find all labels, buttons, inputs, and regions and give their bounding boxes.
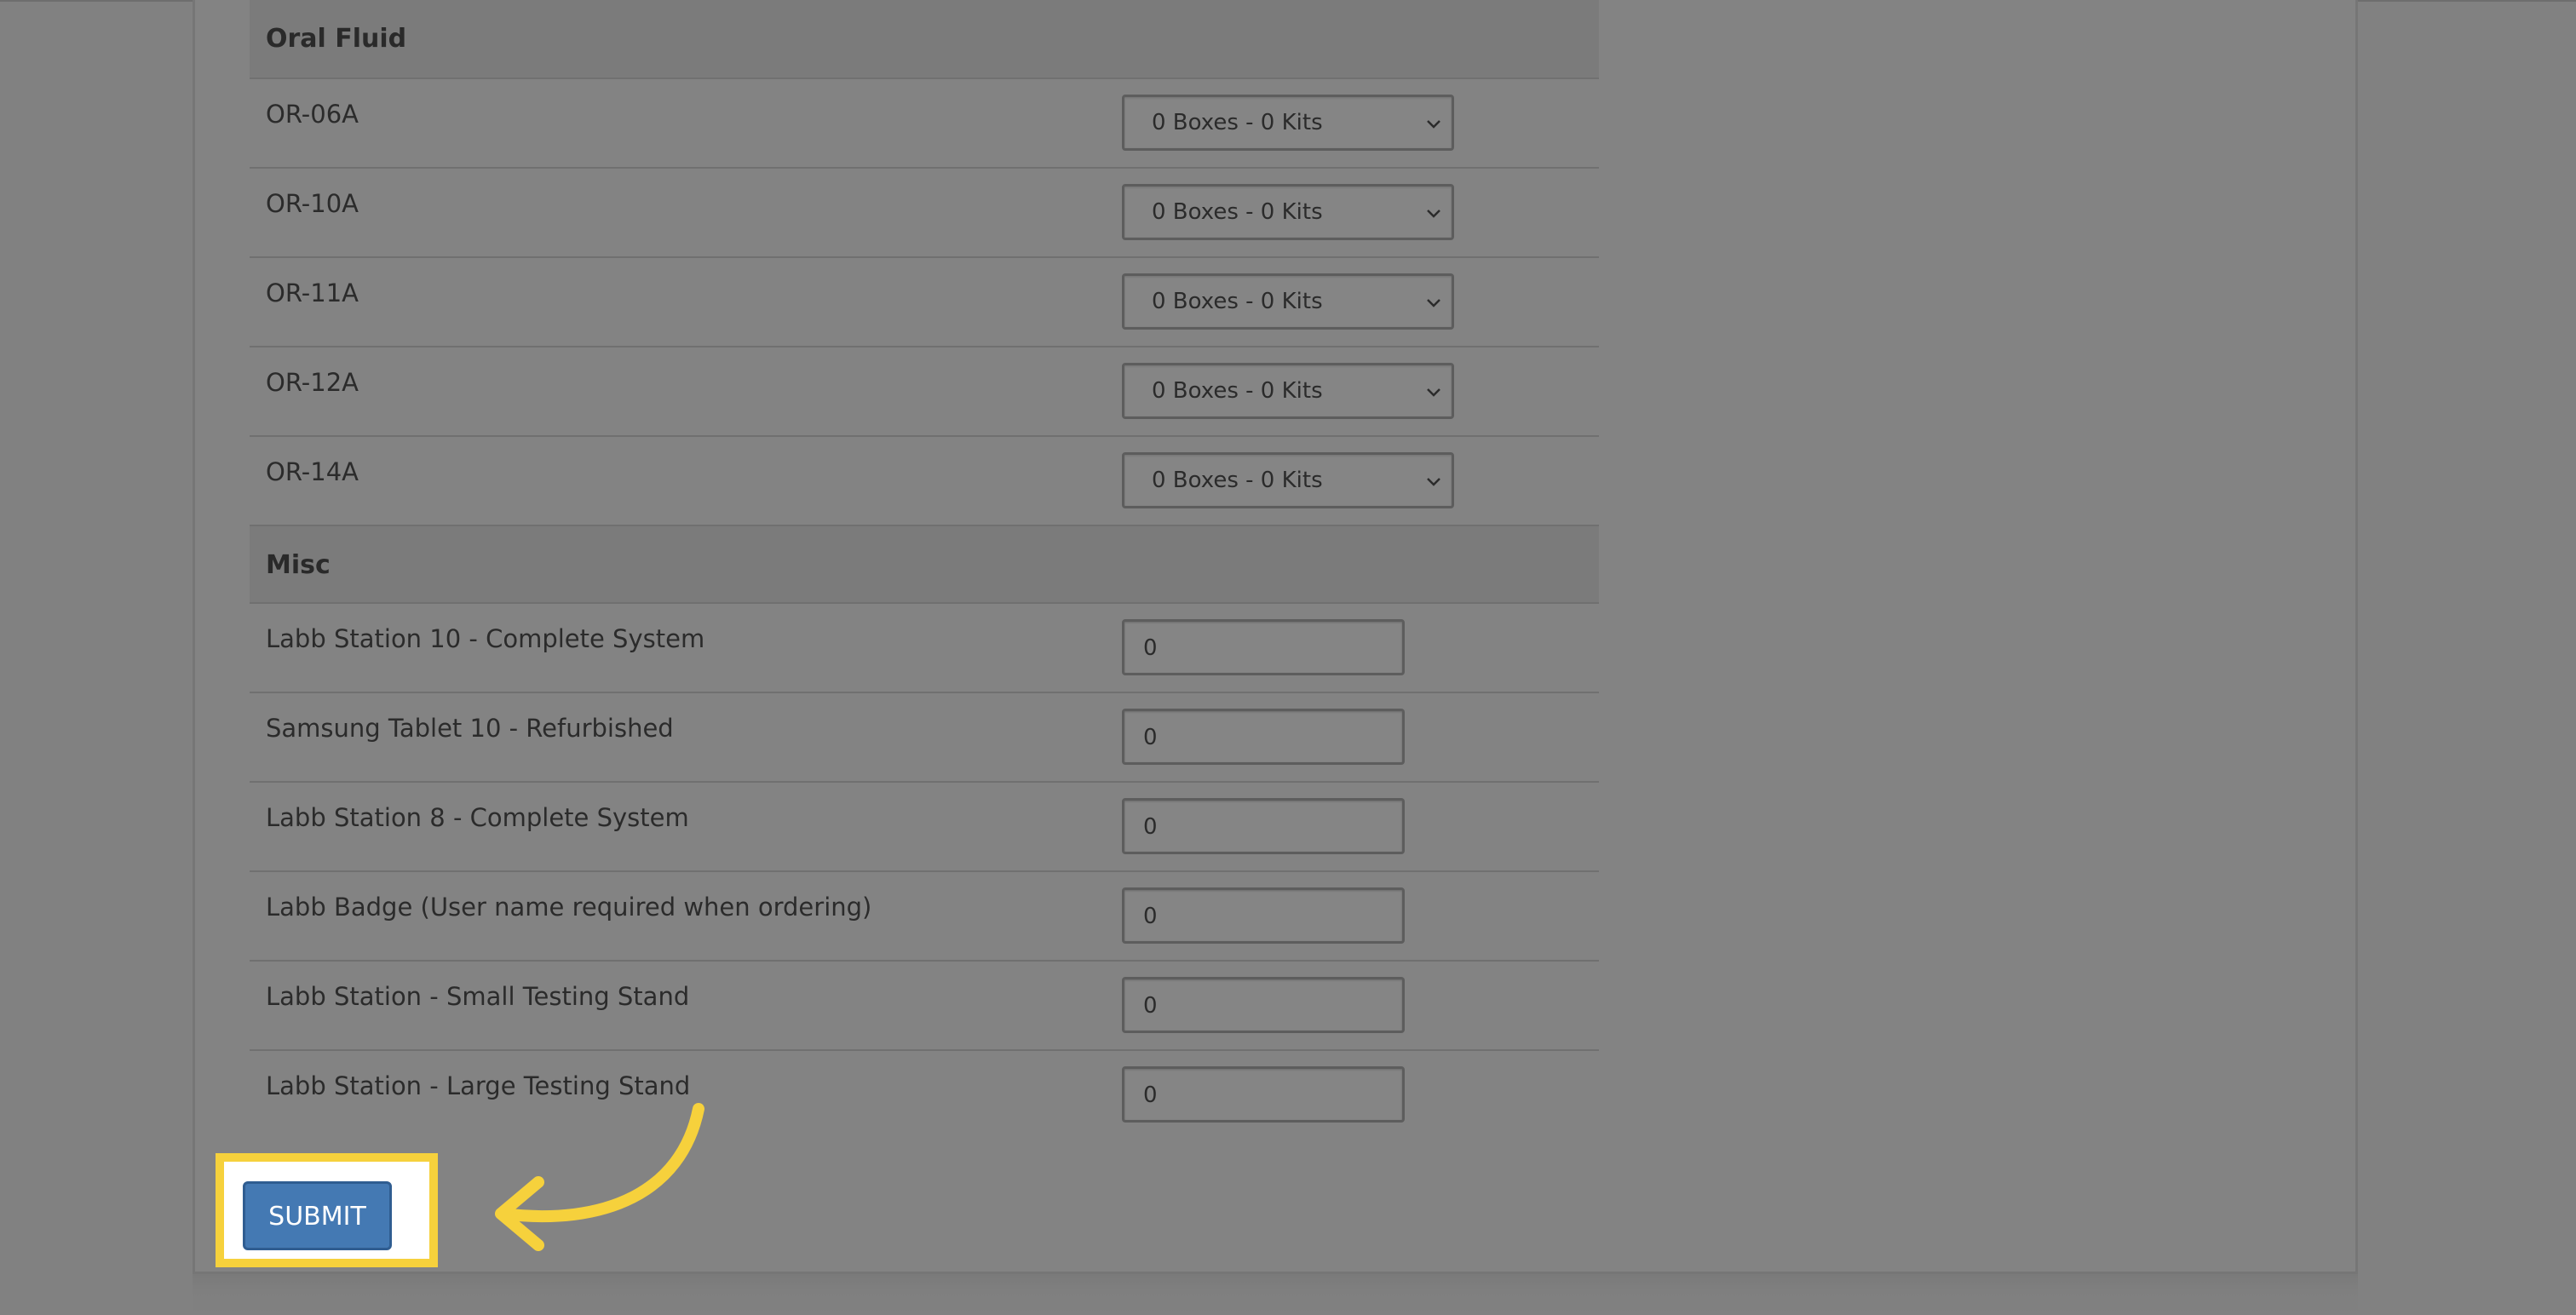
- product-label: Labb Station - Small Testing Stand: [266, 982, 690, 1011]
- table-row: OR-14A 0 Boxes - 0 Kits: [250, 437, 1599, 526]
- input-value: 0: [1143, 814, 1158, 840]
- order-table: Oral Fluid OR-06A 0 Boxes - 0 Kits OR-10…: [250, 0, 1599, 1140]
- quantity-select[interactable]: 0 Boxes - 0 Kits: [1122, 452, 1454, 508]
- quantity-select[interactable]: 0 Boxes - 0 Kits: [1122, 273, 1454, 330]
- chevron-down-icon: [1427, 299, 1440, 307]
- input-value: 0: [1143, 725, 1158, 750]
- select-value: 0 Boxes - 0 Kits: [1152, 199, 1323, 225]
- input-value: 0: [1143, 1082, 1158, 1108]
- table-row: OR-12A 0 Boxes - 0 Kits: [250, 347, 1599, 437]
- product-label: Samsung Tablet 10 - Refurbished: [266, 714, 674, 743]
- select-value: 0 Boxes - 0 Kits: [1152, 289, 1323, 314]
- quantity-select[interactable]: 0 Boxes - 0 Kits: [1122, 184, 1454, 240]
- input-value: 0: [1143, 635, 1158, 661]
- product-label: Labb Station 10 - Complete System: [266, 624, 705, 653]
- table-row: OR-11A 0 Boxes - 0 Kits: [250, 258, 1599, 347]
- chevron-down-icon: [1427, 478, 1440, 486]
- input-value: 0: [1143, 993, 1158, 1019]
- table-row: Labb Station 8 - Complete System 0: [250, 783, 1599, 872]
- product-label: Labb Station - Large Testing Stand: [266, 1071, 691, 1100]
- quantity-input[interactable]: 0: [1122, 1066, 1405, 1123]
- table-row: Labb Station 10 - Complete System 0: [250, 604, 1599, 693]
- select-value: 0 Boxes - 0 Kits: [1152, 378, 1323, 404]
- chevron-down-icon: [1427, 120, 1440, 129]
- table-row: Labb Badge (User name required when orde…: [250, 872, 1599, 962]
- quantity-input[interactable]: 0: [1122, 798, 1405, 854]
- table-row: OR-10A 0 Boxes - 0 Kits: [250, 169, 1599, 258]
- submit-highlight-box: SUBMIT: [216, 1153, 438, 1267]
- select-value: 0 Boxes - 0 Kits: [1152, 468, 1323, 493]
- quantity-input[interactable]: 0: [1122, 709, 1405, 765]
- product-label: Labb Badge (User name required when orde…: [266, 893, 872, 922]
- table-row: Labb Station - Small Testing Stand 0: [250, 962, 1599, 1051]
- quantity-select[interactable]: 0 Boxes - 0 Kits: [1122, 95, 1454, 151]
- section-title: Oral Fluid: [266, 24, 407, 54]
- product-label: OR-06A: [266, 100, 359, 129]
- quantity-input[interactable]: 0: [1122, 887, 1405, 944]
- product-label: OR-11A: [266, 279, 359, 307]
- product-label: OR-10A: [266, 189, 359, 218]
- quantity-input[interactable]: 0: [1122, 619, 1405, 675]
- product-label: OR-12A: [266, 368, 359, 397]
- section-header-oral-fluid: Oral Fluid: [250, 0, 1599, 79]
- product-label: OR-14A: [266, 457, 359, 486]
- select-value: 0 Boxes - 0 Kits: [1152, 110, 1323, 135]
- section-header-misc: Misc: [250, 526, 1599, 604]
- table-row: Labb Station - Large Testing Stand 0: [250, 1051, 1599, 1140]
- section-title: Misc: [266, 550, 331, 580]
- quantity-input[interactable]: 0: [1122, 977, 1405, 1033]
- quantity-select[interactable]: 0 Boxes - 0 Kits: [1122, 363, 1454, 419]
- curved-arrow-icon: [495, 1103, 704, 1251]
- table-row: OR-06A 0 Boxes - 0 Kits: [250, 79, 1599, 169]
- chevron-down-icon: [1427, 388, 1440, 397]
- product-label: Labb Station 8 - Complete System: [266, 803, 689, 832]
- panel-bottom-shadow: [193, 1274, 2358, 1315]
- input-value: 0: [1143, 904, 1158, 929]
- table-row: Samsung Tablet 10 - Refurbished 0: [250, 693, 1599, 783]
- chevron-down-icon: [1427, 210, 1440, 218]
- submit-button[interactable]: SUBMIT: [243, 1181, 392, 1250]
